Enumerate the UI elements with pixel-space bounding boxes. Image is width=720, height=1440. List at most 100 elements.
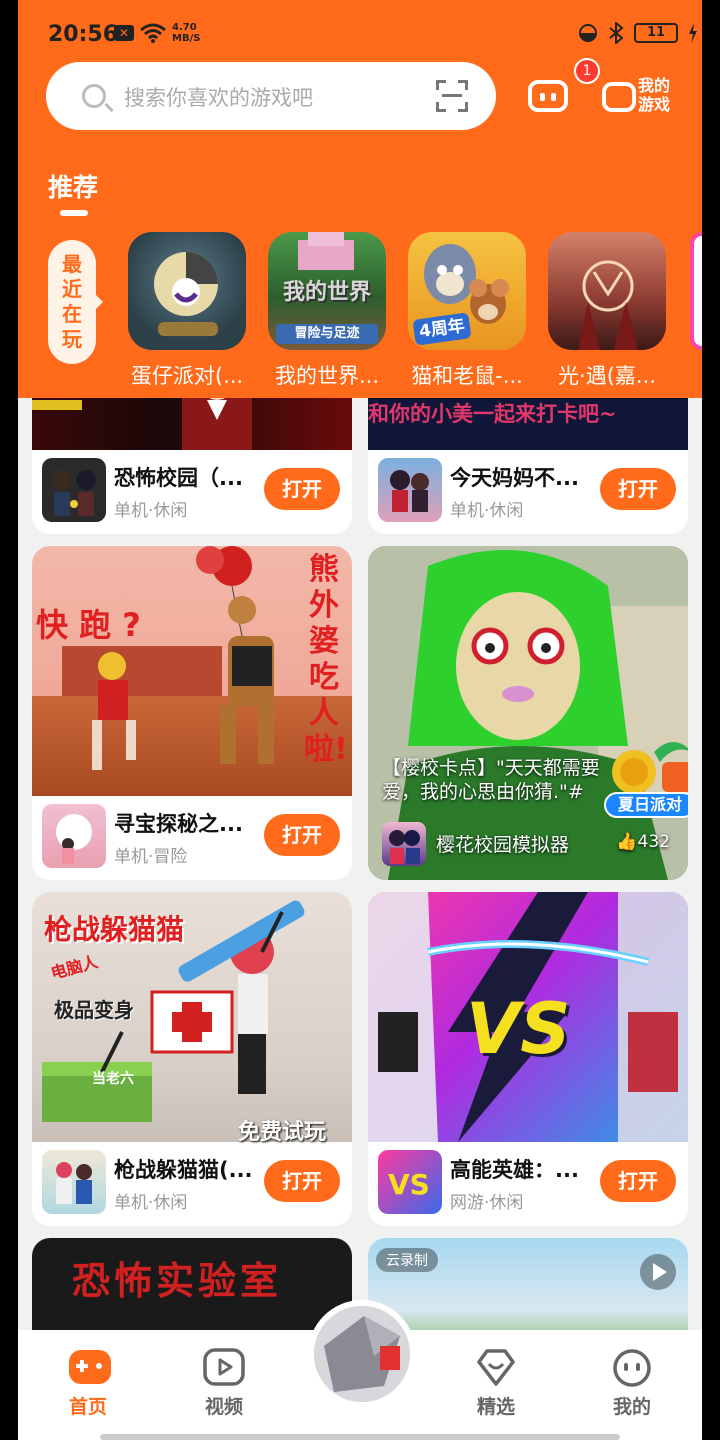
my-games-button[interactable]: 我的 游戏 [602, 76, 674, 120]
network-speed-unit: MB/S [172, 33, 201, 44]
game-card-footer: 枪战躲猫猫(... 单机·休闲 打开 [32, 1140, 352, 1226]
game-card-high-energy-heroes[interactable]: VS VS 高能英雄：... 网游·休闲 打开 [368, 892, 688, 1226]
game-icon: 4周年 [408, 232, 526, 350]
recent-game-tom-and-jerry[interactable]: 4周年 猫和老鼠-... [408, 232, 526, 390]
center-feature-image [314, 1306, 410, 1402]
game-card-footer: 恐怖校园（... 单机·休闲 打开 [32, 448, 352, 534]
minecraft-logo-text: 我的世界 [282, 280, 371, 305]
game-card-hide-seek[interactable]: 枪战躲猫猫 电脑人 极品变身 当老六 免费试玩 枪战躲猫猫(... 单机·休闲 … [32, 892, 352, 1226]
charging-icon [689, 23, 697, 43]
overlay-title: 恐怖实验室 [72, 1259, 283, 1303]
open-button[interactable]: 打开 [264, 468, 340, 510]
status-icons-left: ✕ 4.70 MB/S [114, 22, 200, 44]
recent-game-name: 光·遇(嘉... [558, 364, 656, 388]
thumbs-up-icon: 👍 [616, 832, 638, 852]
search-placeholder: 搜索你喜欢的游戏吧 [124, 86, 313, 110]
recent-game-name: 蛋仔派对(... [130, 364, 244, 388]
game-thumbnail [42, 1150, 106, 1214]
wifi-icon [140, 23, 166, 43]
video-game-name: 樱花校园模拟器 [436, 834, 570, 856]
tab-active-indicator [60, 210, 88, 216]
game-title: 高能英雄：... [450, 1158, 579, 1182]
game-icon: 我的世界 冒险与足迹 [268, 232, 386, 350]
profile-icon [611, 1348, 653, 1387]
overlay-tag: 极品变身 [54, 998, 134, 1022]
nav-video[interactable]: 视频 [184, 1348, 264, 1419]
search-icon [82, 84, 106, 108]
vs-text: VS [466, 988, 571, 1070]
nav-label: 我的 [612, 1396, 651, 1418]
game-title: 寻宝探秘之... [114, 812, 243, 836]
messages-badge: 1 [574, 58, 600, 84]
network-speed-value: 4.70 [172, 22, 197, 33]
game-title: 枪战躲猫猫(... [114, 1158, 253, 1182]
center-feature-button[interactable] [308, 1300, 416, 1408]
message-icon [528, 80, 568, 112]
recent-game-sky[interactable]: 光·遇(嘉... [548, 232, 666, 390]
game-title: 恐怖校园（... [114, 466, 243, 490]
video-card-sakura[interactable]: 【樱校卡点】"天天都需要爱，我的心思由你猜."# 夏日派对 樱花校园模拟器 👍4… [368, 546, 688, 880]
game-thumbnail: VS [378, 1150, 442, 1214]
nav-label: 视频 [204, 1396, 243, 1418]
game-tags: 单机·休闲 [114, 1193, 188, 1213]
dnd-icon [579, 24, 597, 42]
recent-game-eggy-party[interactable]: 蛋仔派对(... [128, 232, 246, 390]
scan-icon[interactable] [436, 80, 468, 112]
game-thumbnail [378, 458, 442, 522]
gamepad-icon [67, 1348, 111, 1386]
featured-icon [475, 1348, 517, 1386]
game-icon [128, 232, 246, 350]
my-games-label: 我的 游戏 [632, 76, 676, 114]
nav-home[interactable]: 首页 [48, 1348, 128, 1419]
banner-text: 和你的小美一起来打卡吧~ [368, 402, 617, 426]
video-game-thumbnail [382, 822, 426, 866]
status-icons-right: 11 [578, 22, 698, 44]
tab-recommend[interactable]: 推荐 [48, 168, 98, 204]
battery-indicator: 11 [634, 23, 678, 43]
recently-played-label: 最 近 在 玩 [48, 240, 103, 364]
notification-icon: ✕ [114, 25, 134, 41]
summer-party-label: 夏日派对 [604, 792, 688, 818]
search-bar[interactable]: 搜索你喜欢的游戏吧 [46, 62, 496, 130]
game-tags: 单机·休闲 [114, 501, 188, 521]
game-tags: 单机·休闲 [450, 501, 524, 521]
bluetooth-icon [609, 22, 624, 44]
game-card-image: VS [368, 892, 688, 1142]
game-thumbnail [42, 458, 106, 522]
nav-label: 首页 [68, 1396, 107, 1418]
play-icon[interactable] [640, 1254, 676, 1290]
open-button[interactable]: 打开 [600, 468, 676, 510]
recent-game-name: 我的世界... [274, 364, 380, 388]
open-button[interactable]: 打开 [600, 1160, 676, 1202]
network-speed: 4.70 MB/S [172, 22, 200, 44]
video-footer: 樱花校园模拟器 👍432 [382, 820, 682, 868]
nav-label: 精选 [476, 1396, 515, 1418]
status-bar: 20:56 ✕ 4.70 MB/S 11 [18, 0, 702, 70]
screen-bezel-right [702, 0, 720, 1440]
overlay-text-grandma: 熊外婆吃人啦! [304, 552, 348, 767]
video-tag: 云录制 [376, 1248, 438, 1272]
nav-featured[interactable]: 精选 [456, 1348, 536, 1419]
gamepad-icon [602, 82, 636, 112]
overlay-title: 枪战躲猫猫 [44, 913, 185, 946]
recent-game-name: 猫和老鼠-... [411, 364, 523, 388]
minecraft-sub-text: 冒险与足迹 [276, 324, 378, 344]
game-tags: 单机·冒险 [114, 847, 188, 867]
video-caption: 【樱校卡点】"天天都需要爱，我的心思由你猜."# [382, 757, 600, 803]
nav-profile[interactable]: 我的 [592, 1348, 672, 1419]
summer-party-badge[interactable]: 夏日派对 [604, 732, 688, 824]
home-indicator [100, 1434, 620, 1440]
overlay-text-run: 快 跑 ? [36, 606, 141, 644]
game-icon [548, 232, 666, 350]
recent-game-minecraft[interactable]: 我的世界 冒险与足迹 我的世界... [268, 232, 386, 390]
game-card-treasure[interactable]: 快 跑 ? 熊外婆吃人啦! 寻宝探秘之... 单机·冒险 打开 [32, 546, 352, 880]
game-title: 今天妈妈不... [450, 466, 579, 490]
video-likes[interactable]: 👍432 [616, 832, 670, 852]
screen-bezel-left [0, 0, 18, 1440]
header: 20:56 ✕ 4.70 MB/S 11 搜索你喜欢的游戏吧 1 我的 游戏 推… [18, 0, 710, 398]
game-thumbnail [42, 804, 106, 868]
video-icon [203, 1348, 245, 1386]
messages-button[interactable] [528, 76, 570, 112]
open-button[interactable]: 打开 [264, 1160, 340, 1202]
open-button[interactable]: 打开 [264, 814, 340, 856]
